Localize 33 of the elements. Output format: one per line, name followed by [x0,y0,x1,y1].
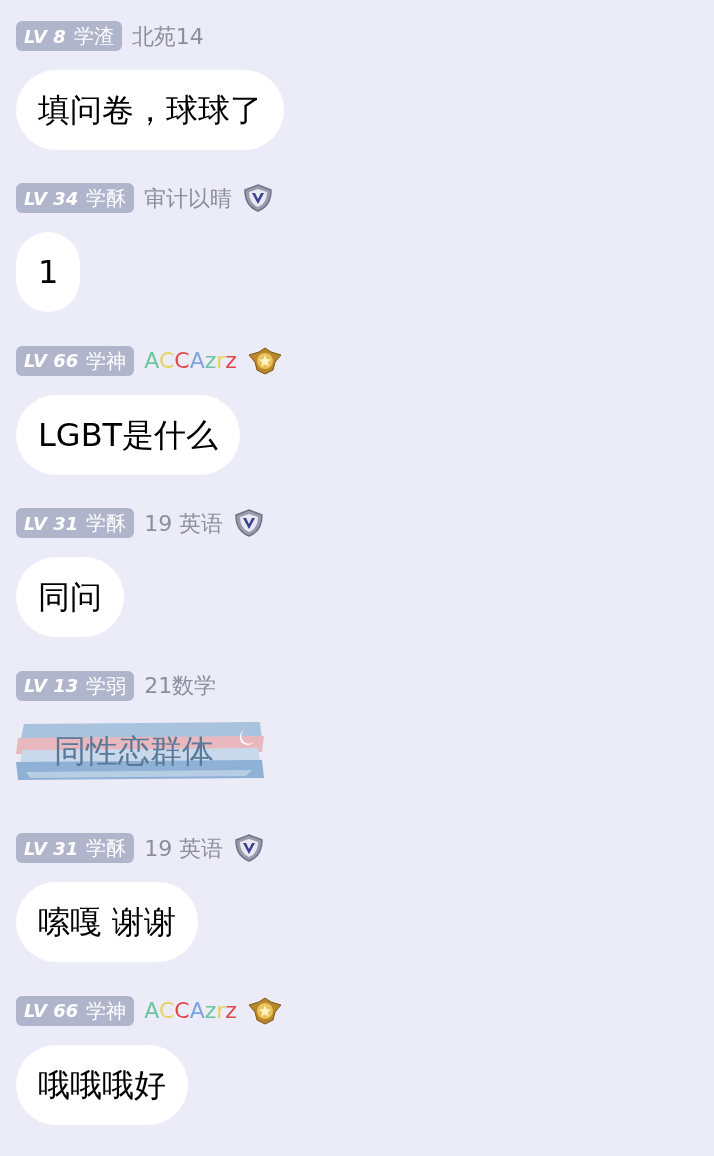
rank-title: 学渣 [73,23,114,50]
user-name: 19 英语 [144,834,224,863]
medal-icon [246,995,283,1026]
level-text: LV 34 [24,186,79,211]
shield-icon [242,183,275,214]
level-text: LV 31 [24,836,79,861]
rank-title: 学酥 [86,510,127,538]
message-bubble: 1 [16,232,81,313]
message-bubble: 同问 [16,557,124,638]
message-bubble: 哦哦哦好 [16,1044,188,1125]
level-text: LV 66 [24,999,79,1024]
rank-title: 学酥 [86,835,127,863]
message-bubble: LGBT是什么 [16,394,241,475]
level-text: LV 66 [24,349,79,374]
user-name: 19 英语 [144,509,224,538]
message-bubble: 填问卷，球球了 [16,70,284,150]
rank-title: 学神 [86,997,127,1025]
message-text: 同性恋群体 [54,734,214,767]
shield-icon [233,833,266,864]
shield-icon [233,508,266,539]
level-text: LV 13 [24,674,79,699]
rank-title: 学酥 [86,185,127,213]
user-name: ACCAzrz [144,997,237,1026]
user-name: 21数学 [144,672,217,701]
medal-icon [246,345,283,376]
rank-title: 学神 [86,347,127,375]
user-name: 北苑14 [131,22,204,51]
level-text: LV 31 [24,511,79,536]
message-bubble: 嗦嘎 谢谢 [16,882,199,963]
level-text: LV 8 [24,24,66,49]
user-name: 审计以晴 [144,184,233,213]
user-name: ACCAzrz [144,347,237,376]
rank-title: 学弱 [86,672,127,700]
